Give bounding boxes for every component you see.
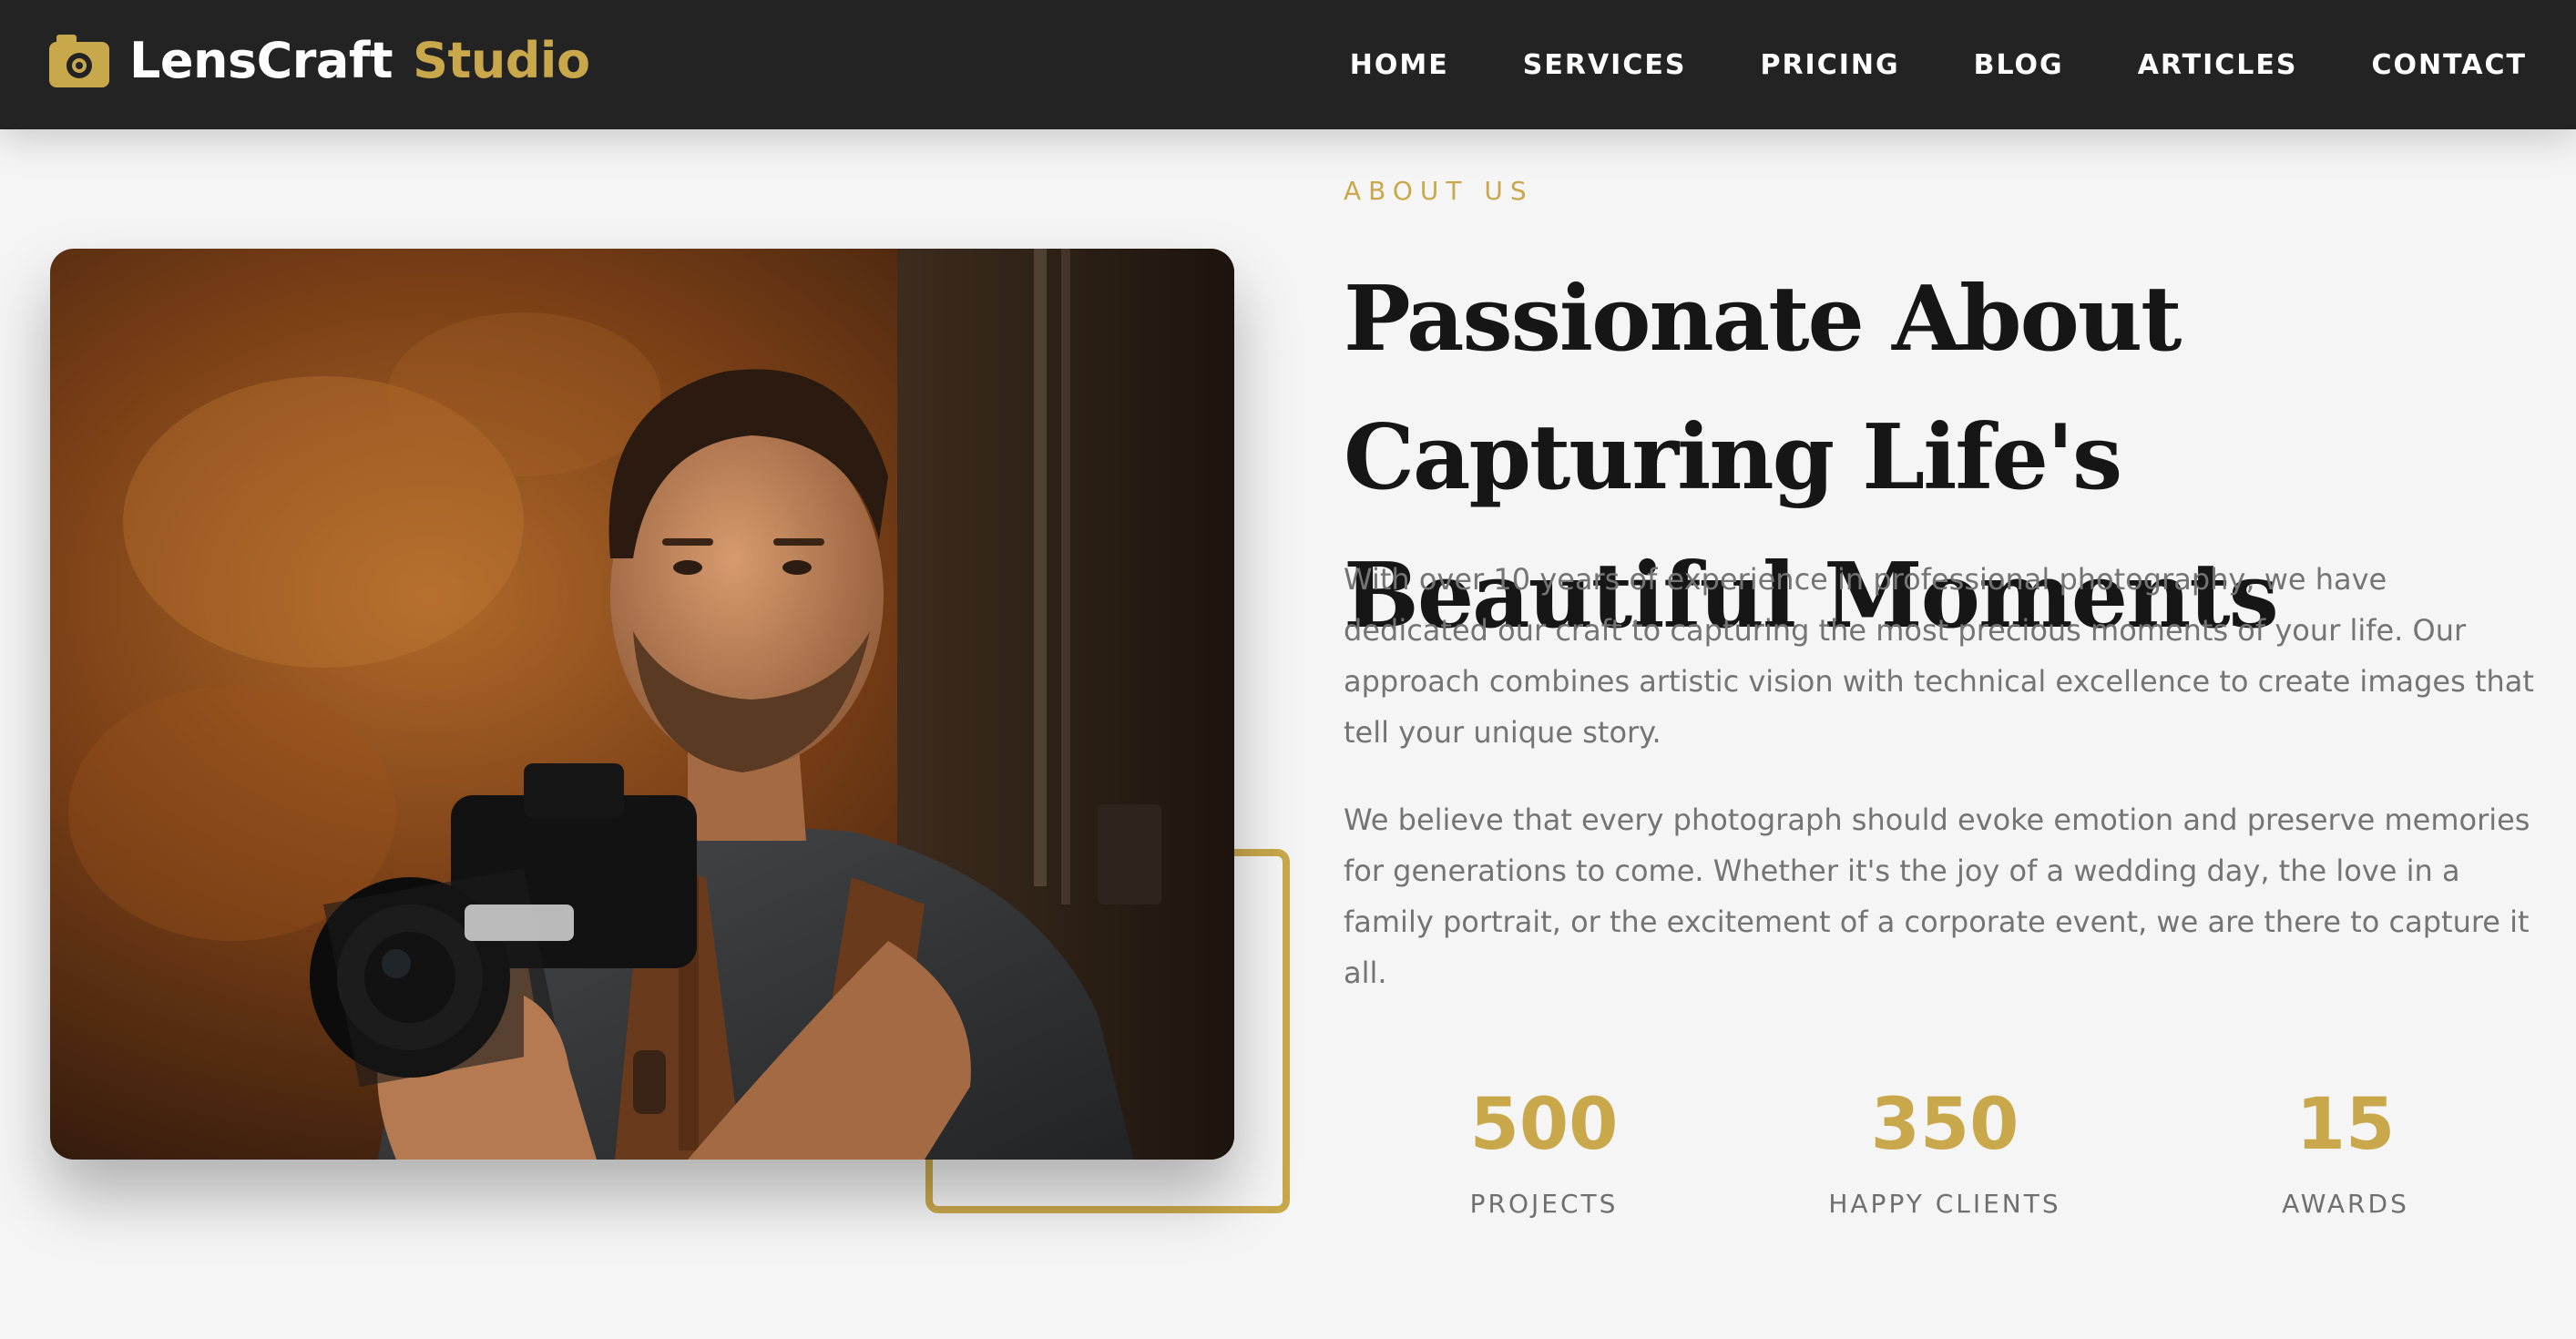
photographer-portrait — [50, 249, 1234, 1160]
stats-row: 500 PROJECTS 350 HAPPY CLIENTS 15 AWARDS — [1344, 1079, 2546, 1219]
stat-value: 350 — [1870, 1084, 2019, 1166]
camera-icon — [49, 35, 109, 87]
nav-pricing[interactable]: PRICING — [1760, 49, 1899, 81]
brand-name: LensCraft — [129, 31, 394, 89]
stat-label: HAPPY CLIENTS — [1828, 1189, 2061, 1219]
stat-value: 500 — [1469, 1084, 1619, 1166]
main-nav: HOME SERVICES PRICING BLOG ARTICLES CONT… — [1350, 0, 2527, 129]
stat-label: PROJECTS — [1469, 1189, 1619, 1219]
stat-value: 15 — [2295, 1084, 2396, 1166]
nav-articles[interactable]: ARTICLES — [2138, 49, 2298, 81]
stat-projects: 500 PROJECTS — [1344, 1079, 1744, 1219]
nav-home[interactable]: HOME — [1350, 49, 1449, 81]
portrait-illustration — [50, 249, 1234, 1160]
nav-contact[interactable]: CONTACT — [2372, 49, 2527, 81]
brand-accent: Studio — [413, 31, 590, 89]
stat-awards: 15 AWARDS — [2145, 1079, 2546, 1219]
stat-label: AWARDS — [2282, 1189, 2409, 1219]
section-eyebrow: ABOUT US — [1344, 176, 1534, 206]
stat-happy-clients: 350 HAPPY CLIENTS — [1744, 1079, 2145, 1219]
nav-blog[interactable]: BLOG — [1974, 49, 2064, 81]
about-paragraph-2: We believe that every photograph should … — [1344, 802, 2530, 990]
about-paragraph-1: With over 10 years of experience in prof… — [1344, 562, 2534, 750]
site-header: LensCraft Studio HOME SERVICES PRICING B… — [0, 0, 2576, 129]
brand-logo[interactable]: LensCraft Studio — [49, 31, 590, 89]
nav-services[interactable]: SERVICES — [1523, 49, 1687, 81]
